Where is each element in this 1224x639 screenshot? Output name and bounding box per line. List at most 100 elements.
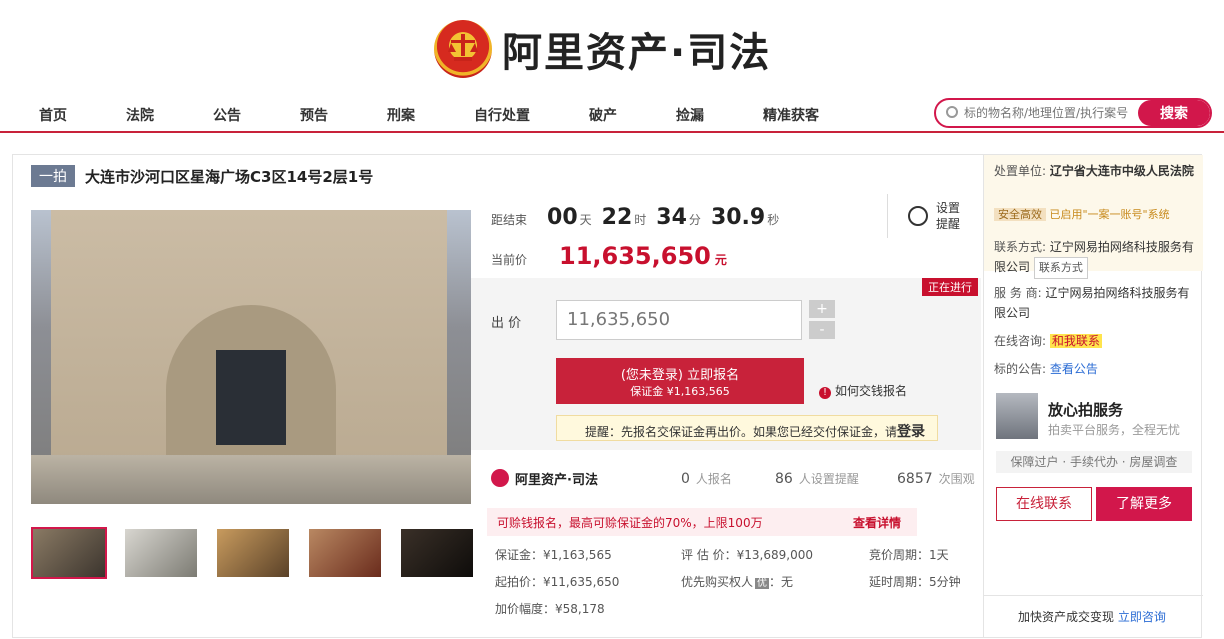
nav-criminal[interactable]: 刑案 xyxy=(387,105,415,125)
thumbnail-3[interactable] xyxy=(215,527,291,579)
nav-court[interactable]: 法院 xyxy=(126,105,154,125)
countdown-minutes-unit: 分 xyxy=(688,213,701,227)
right-sidebar: 处置单位: 辽宁省大连市中级人民法院 安全高效 已启用"一案一账号"系统 联系方… xyxy=(983,155,1203,638)
mini-brand-name: 阿里资产·司法 xyxy=(515,472,598,488)
header: 阿里资产·司法 xyxy=(0,0,1224,95)
nav-home[interactable]: 首页 xyxy=(39,105,67,125)
stats-row: 阿里资产·司法 0 人报名 86 人设置提醒 6857 次围观 xyxy=(491,460,981,496)
notice-row: 标的公告: 查看公告 xyxy=(994,359,1098,379)
nav-self-disposal[interactable]: 自行处置 xyxy=(474,105,530,125)
thumbnail-2[interactable] xyxy=(123,527,199,579)
round-badge: 一拍 xyxy=(31,165,75,187)
nav-bargain[interactable]: 捡漏 xyxy=(676,105,704,125)
provider-row: 服 务 商: 辽宁网易拍网络科技服务有限公司 xyxy=(994,283,1199,323)
thumbnail-1[interactable] xyxy=(31,527,107,579)
service-block: 放心拍服务 拍卖平台服务，全程无忧 xyxy=(996,393,1180,439)
auction-panel: 一拍 大连市沙河口区星海广场C3区14号2层1号 🔍 距结束 00 天 22 时… xyxy=(12,154,1203,638)
online-contact-link[interactable]: 和我联系 xyxy=(1049,334,1102,348)
info-icon: ! xyxy=(819,387,831,399)
notice-label: 标的公告: xyxy=(994,362,1047,376)
consult-bar: 加快资产成交变现 立即咨询 xyxy=(984,595,1203,635)
stat-reminders-label: 人设置提醒 xyxy=(798,471,859,486)
notice-link[interactable]: 查看公告 xyxy=(1050,362,1098,376)
current-price-unit: 元 xyxy=(714,253,727,267)
learn-more-button[interactable]: 了解更多 xyxy=(1096,487,1192,521)
detail-priority: 优先购买权人优：无 xyxy=(681,573,793,590)
stat-views-label: 次围观 xyxy=(938,471,975,486)
detail-deposit: 保证金：¥1,163,565 xyxy=(495,548,612,562)
countdown-days-unit: 天 xyxy=(579,213,592,227)
alarm-clock-icon xyxy=(908,206,928,226)
main-photo[interactable]: 🔍 xyxy=(31,210,471,504)
thumbnail-4[interactable] xyxy=(307,527,383,579)
stat-reminders: 86 人设置提醒 xyxy=(775,470,859,487)
current-price: 当前价 11,635,650 元 xyxy=(491,242,727,270)
stat-applicants-label: 人报名 xyxy=(695,471,732,486)
court-emblem-icon xyxy=(434,20,492,78)
countdown-minutes: 34 xyxy=(656,205,687,230)
how-to-pay-link[interactable]: ! 如何交钱报名 xyxy=(819,382,907,399)
brand-mini-icon xyxy=(491,469,509,487)
security-row[interactable]: 安全高效 已启用"一案一账号"系统 xyxy=(994,205,1170,225)
building-thumb xyxy=(996,393,1038,439)
countdown-days: 00 xyxy=(547,205,578,230)
service-subtitle: 拍卖平台服务，全程无忧 xyxy=(1048,423,1181,437)
bid-input[interactable]: 11,635,650 xyxy=(556,300,802,340)
consult-link[interactable]: 立即咨询 xyxy=(1118,610,1166,624)
search-button[interactable]: 搜索 xyxy=(1138,100,1210,126)
detail-extension: 延时周期：5分钟 xyxy=(869,575,961,589)
item-title: 大连市沙河口区星海广场C3区14号2层1号 xyxy=(85,167,374,186)
detail-priority-value: ：无 xyxy=(769,575,794,589)
dispose-value[interactable]: 辽宁省大连市中级人民法院 xyxy=(1050,164,1194,178)
detail-start-price: 起拍价：¥11,635,650 xyxy=(495,575,620,589)
stat-views-count: 6857 xyxy=(897,470,933,487)
provider-label: 服 务 商: xyxy=(994,286,1042,300)
brand-name: 阿里资产·司法 xyxy=(502,30,772,76)
current-price-label: 当前价 xyxy=(491,253,528,267)
countdown-seconds-unit: 秒 xyxy=(767,213,780,227)
signup-deposit-text: 保证金 ¥1,163,565 xyxy=(630,385,730,398)
consult-text: 加快资产成交变现 xyxy=(1018,610,1115,624)
priority-badge: 优 xyxy=(755,578,770,589)
dispose-row: 处置单位: 辽宁省大连市中级人民法院 xyxy=(994,161,1194,181)
entrance-door xyxy=(216,350,286,445)
credit-promo: 可赊钱报名，最高可赊保证金的70%，上限100万 查看详情 xyxy=(487,508,917,536)
stat-reminders-count: 86 xyxy=(775,470,793,487)
current-price-value: 11,635,650 xyxy=(559,242,711,270)
search-input[interactable] xyxy=(964,100,1134,126)
entrance-steps xyxy=(31,455,471,504)
stat-views: 6857 次围观 xyxy=(897,470,975,487)
detail-increment: 加价幅度：¥58,178 xyxy=(495,602,605,616)
countdown-label: 距结束 xyxy=(491,213,528,227)
status-badge: 正在进行 xyxy=(922,278,978,296)
brand-logo[interactable]: 阿里资产·司法 xyxy=(434,20,771,78)
signup-button[interactable]: (您未登录) 立即报名 保证金 ¥1,163,565 xyxy=(556,358,804,404)
dispose-label: 处置单位: xyxy=(994,164,1047,178)
nav-announcement[interactable]: 公告 xyxy=(213,105,241,125)
thumbnail-strip xyxy=(31,527,491,579)
bid-plus-button[interactable]: + xyxy=(809,300,835,318)
online-label: 在线咨询: xyxy=(994,334,1047,348)
promo-details-link[interactable]: 查看详情 xyxy=(853,514,901,531)
tip-login-link[interactable]: 登录 xyxy=(897,424,925,440)
stat-applicants: 0 人报名 xyxy=(681,470,732,487)
contact-button[interactable]: 联系方式 xyxy=(1033,257,1088,279)
contact-row: 联系方式: 辽宁网易拍网络科技服务有限公司 联系方式 xyxy=(994,237,1199,279)
contact-label: 联系方式: xyxy=(994,240,1047,254)
search-icon xyxy=(946,106,958,118)
nav-bankruptcy[interactable]: 破产 xyxy=(589,105,617,125)
bid-minus-button[interactable]: - xyxy=(809,321,835,339)
countdown: 距结束 00 天 22 时 34 分 30.9 秒 xyxy=(491,205,779,230)
service-tags: 保障过户 · 手续代办 · 房屋调查 xyxy=(996,451,1192,473)
thumbnail-5[interactable] xyxy=(399,527,475,579)
tip-text: 提醒：先报名交保证金再出价。如果您已经交付保证金，请 xyxy=(585,425,898,439)
reminder-button[interactable]: 设置提醒 xyxy=(887,194,960,238)
countdown-seconds: 30.9 xyxy=(710,205,766,230)
detail-priority-label: 优先购买权人 xyxy=(681,575,754,589)
reminder-label: 设置提醒 xyxy=(936,201,961,231)
tip-bar: 提醒：先报名交保证金再出价。如果您已经交付保证金，请登录 xyxy=(556,415,938,441)
online-contact-button[interactable]: 在线联系 xyxy=(996,487,1092,521)
nav-preview[interactable]: 预告 xyxy=(300,105,328,125)
security-badge: 安全高效 xyxy=(994,208,1046,221)
nav-precise-customer[interactable]: 精准获客 xyxy=(763,105,819,125)
